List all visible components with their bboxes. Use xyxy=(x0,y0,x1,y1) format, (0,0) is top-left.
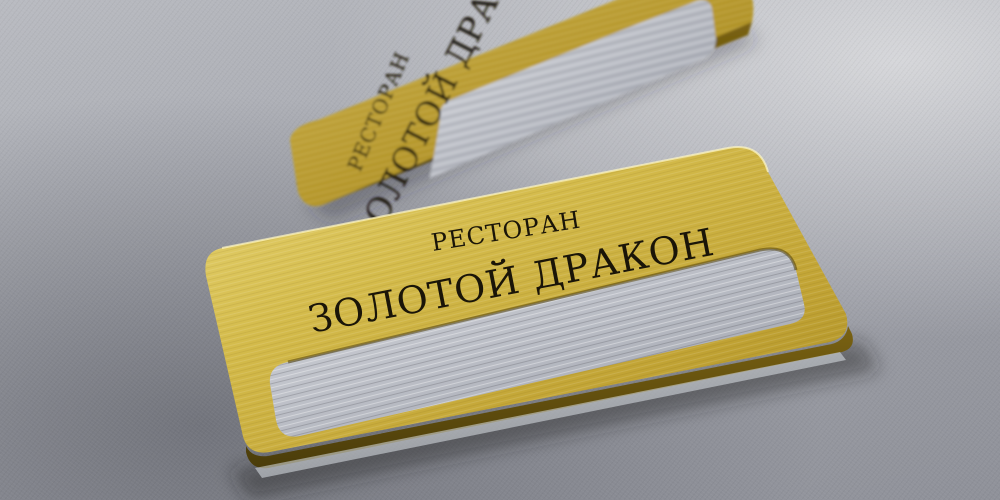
badge-scene: РЕСТОРАН ЗОЛОТОЙ ДРАКОН РЕСТОРАН ЗОЛОТОЙ… xyxy=(205,0,880,500)
